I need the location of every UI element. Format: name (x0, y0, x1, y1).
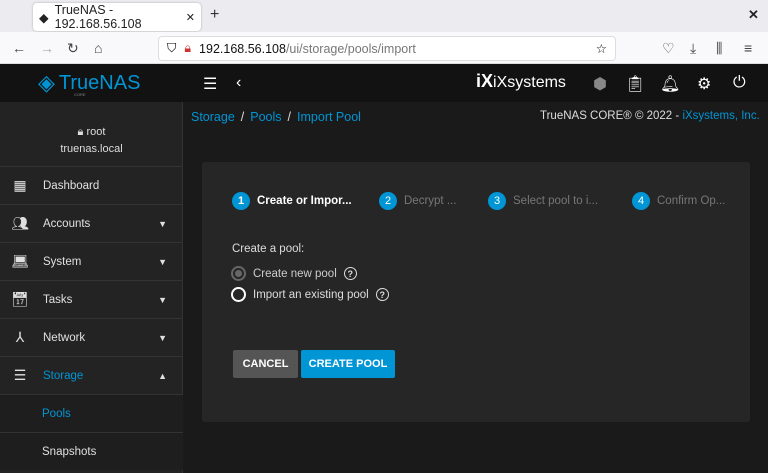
url-path: /ui/storage/pools/import (285, 41, 416, 56)
step-3[interactable]: 3 Select pool to i... (488, 192, 598, 210)
caret-down-icon: ▼ (158, 294, 167, 305)
crumb-import-pool[interactable]: Import Pool (297, 110, 361, 124)
help-icon[interactable]: ? (343, 267, 357, 280)
library-icon[interactable]: ⫼ (716, 40, 722, 57)
step-number: 1 (232, 192, 250, 210)
radio-button[interactable] (231, 287, 246, 302)
clipboard-icon[interactable]: 📋︎ (625, 74, 645, 94)
ixsystems-logo[interactable]: iXiXsystems (476, 71, 566, 92)
logo-text: TrueNAS (58, 71, 141, 94)
network-icon: ⅄ (15, 329, 25, 345)
shield-icon: ⛉ (167, 41, 177, 55)
caret-down-icon: ▼ (158, 218, 167, 229)
cancel-button[interactable]: CANCEL (233, 350, 298, 378)
dashboard-icon: ▦ (13, 177, 27, 193)
label: System (43, 255, 82, 268)
reload-icon[interactable]: ↻ (67, 40, 79, 57)
tab-title: TrueNAS - 192.168.56.108 (54, 3, 142, 31)
option-label: Create new pool (253, 267, 337, 280)
hostname: truenas.local (60, 143, 123, 155)
sidebar-subitem-pools[interactable]: Pools (0, 394, 183, 432)
calendar-icon: 📅︎ (11, 291, 29, 307)
sidebar-subitem-snapshots[interactable]: Snapshots (0, 432, 183, 470)
sidebar-item-tasks[interactable]: 📅︎ Tasks ▼ (0, 280, 183, 318)
step-label: Decrypt ... (404, 195, 457, 207)
label: Dashboard (43, 179, 100, 192)
create-pool-label: Create a pool: (232, 243, 305, 255)
truenas-favicon-icon: ◆ (39, 10, 49, 25)
lock-icon: 🔒︎ (77, 126, 84, 138)
step-number: 2 (379, 192, 397, 210)
close-tab-icon[interactable]: ✕ (186, 11, 195, 24)
truecommand-icon[interactable]: ⬢ (593, 74, 607, 94)
option-label: Import an existing pool (253, 288, 369, 301)
breadcrumb: Storage / Pools / Import Pool (191, 110, 361, 124)
power-icon[interactable]: ⏻ (733, 74, 746, 92)
caret-up-icon: ▲ (158, 370, 167, 381)
username: root (86, 126, 106, 138)
hamburger-menu-icon[interactable]: ☰ (203, 74, 217, 94)
new-tab-button[interactable]: + (210, 6, 219, 24)
sidebar-item-system[interactable]: 💻︎ System ▼ (0, 242, 183, 280)
radio-button[interactable] (231, 266, 246, 281)
url-host: 192.168.56.108 (199, 41, 286, 56)
caret-down-icon: ▼ (158, 256, 167, 267)
label: Storage (43, 369, 84, 382)
create-pool-button[interactable]: CREATE POOL (301, 350, 395, 378)
label: Accounts (43, 217, 91, 230)
copyright: TrueNAS CORE® © 2022 - iXsystems, Inc. (540, 110, 760, 122)
ixsystems-link[interactable]: iXsystems, Inc. (682, 110, 759, 122)
bookmark-star-icon[interactable]: ☆ (596, 41, 607, 56)
gear-icon[interactable]: ⚙ (697, 74, 711, 94)
radio-create-new-pool[interactable]: Create new pool? (231, 266, 357, 281)
forward-icon[interactable]: → (40, 40, 54, 56)
sidebar-item-accounts[interactable]: 👥︎ Accounts ▼ (0, 204, 183, 242)
storage-icon: ☰ (13, 367, 27, 383)
radio-import-existing-pool[interactable]: Import an existing pool? (231, 287, 389, 302)
sidebar-item-storage[interactable]: ☰ Storage ▲ (0, 356, 183, 394)
crumb-storage[interactable]: Storage (191, 110, 235, 124)
vendor-text: iXsystems (493, 74, 566, 91)
caret-down-icon: ▼ (158, 332, 167, 343)
logo-sub: CORE (74, 92, 86, 97)
step-1[interactable]: 1 Create or Impor... (232, 192, 352, 210)
downloads-icon[interactable]: ⤓ (690, 40, 696, 57)
pocket-icon[interactable]: ♡ (662, 40, 675, 57)
back-icon[interactable]: ← (12, 40, 26, 56)
step-number: 3 (488, 192, 506, 210)
help-icon[interactable]: ? (375, 288, 389, 301)
step-2[interactable]: 2 Decrypt ... (379, 192, 456, 210)
step-4[interactable]: 4 Confirm Op... (632, 192, 725, 210)
close-window-button[interactable]: ✕ (748, 7, 759, 23)
copyright-text: TrueNAS CORE® © 2022 - (540, 110, 683, 122)
collapse-chevron-icon[interactable]: ‹ (236, 74, 241, 92)
step-label: Confirm Op... (657, 195, 726, 207)
step-number: 4 (632, 192, 650, 210)
bell-icon[interactable]: 🔔︎ (660, 74, 680, 94)
url-bar[interactable]: ⛉ 🔒︎ 192.168.56.108/ui/storage/pools/impor… (158, 36, 616, 61)
truenas-logo[interactable]: ◈ TrueNAS CORE (38, 70, 141, 97)
insecure-lock-icon: 🔒︎ (184, 41, 192, 55)
menu-icon[interactable]: ≡ (744, 40, 752, 56)
label: Tasks (43, 293, 73, 306)
step-label: Create or Impor... (257, 195, 352, 207)
home-icon[interactable]: ⌂ (94, 40, 102, 56)
sidebar-item-dashboard[interactable]: ▦ Dashboard (0, 166, 183, 204)
browser-tab[interactable]: ◆ TrueNAS - 192.168.56.108 ✕ (33, 3, 201, 31)
crumb-pools[interactable]: Pools (250, 110, 281, 124)
label: Network (43, 331, 86, 344)
step-label: Select pool to i... (513, 195, 599, 207)
user-info: 🔒︎ root truenas.local (0, 124, 183, 158)
laptop-icon: 💻︎ (11, 253, 29, 269)
accounts-icon: 👥︎ (11, 215, 29, 231)
sidebar-item-network[interactable]: ⅄ Network ▼ (0, 318, 183, 356)
